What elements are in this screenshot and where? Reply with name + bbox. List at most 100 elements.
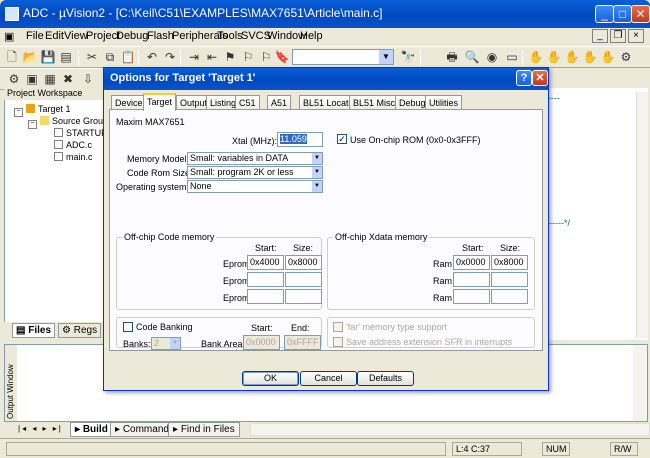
menu-edit[interactable]: Edit [45, 30, 64, 42]
menu-flash[interactable]: Flash [147, 30, 174, 42]
ok-button[interactable]: OK [242, 371, 299, 386]
os-select[interactable]: None ▼ [187, 180, 323, 193]
output-hscrollbar[interactable] [250, 423, 650, 436]
ram-start-3[interactable] [453, 289, 490, 304]
menu-debug[interactable]: Debug [116, 30, 148, 42]
code-banking-checkbox[interactable] [123, 322, 133, 332]
tab-command[interactable]: ▸ Command [110, 422, 174, 437]
tab-files[interactable]: ▤ Files [12, 323, 56, 338]
close-button[interactable]: ✕ [631, 5, 650, 23]
far-memory-checkbox[interactable] [333, 322, 343, 332]
tab-a51[interactable]: A51 [267, 95, 292, 110]
tab-regs[interactable]: ⚙ Regs [58, 323, 102, 338]
copy-icon[interactable]: ⧉ [102, 50, 118, 65]
stop-build-icon[interactable]: ✖ [60, 72, 76, 87]
onchip-rom-label: Use On-chip ROM (0x0-0x3FFF) [350, 135, 481, 145]
onchip-rom-checkbox[interactable]: ✓ [337, 134, 347, 144]
minimize-button[interactable]: _ [595, 5, 614, 23]
find-combo[interactable]: ▼ [292, 49, 394, 65]
target-tab-panel: Maxim MAX7651 Xtal (MHz): 11.059 ✓ Use O… [109, 109, 543, 351]
translate-icon[interactable]: ⚙ [6, 72, 22, 87]
maximize-button[interactable]: □ [613, 5, 632, 23]
memory-model-select[interactable]: Small: variables in DATA ▼ [187, 152, 323, 165]
unindent-icon[interactable]: ⇤ [204, 50, 220, 65]
ram-size-2[interactable] [491, 272, 528, 287]
ram-size-3[interactable] [491, 289, 528, 304]
find-icon[interactable]: 🔭 [400, 50, 416, 65]
dialog-close-button[interactable]: ✕ [532, 70, 548, 86]
help-button[interactable]: ? [516, 70, 532, 86]
cut-icon[interactable]: ✂ [84, 50, 100, 65]
tab-bl51-misc[interactable]: BL51 Misc [349, 95, 400, 110]
ram-size-1[interactable]: 0x8000 [491, 255, 528, 270]
editor-scrollbar[interactable] [636, 92, 648, 338]
prev-bookmark-icon[interactable]: ⚐ [258, 50, 274, 65]
tab-device[interactable]: Device [111, 95, 147, 110]
status-rw: R/W [610, 442, 638, 456]
tab-nav-arrows[interactable]: |◂ ◂ ▸ ▸| [18, 424, 63, 433]
output-scrollbar[interactable] [633, 345, 647, 421]
tree-file-adc[interactable]: ADC.c [54, 140, 92, 150]
doc-restore-button[interactable]: ❐ [610, 29, 626, 43]
load-icon[interactable]: ⇩ [80, 72, 96, 87]
defaults-button[interactable]: Defaults [357, 371, 414, 386]
hand-kill-icon[interactable]: ✋ [600, 50, 616, 65]
tab-utilities[interactable]: Utilities [425, 95, 463, 110]
app-title-bar[interactable]: ADC - µVision2 - [C:\Keil\C51\EXAMPLES\M… [0, 0, 650, 28]
ram-label-1: Ram [433, 259, 453, 269]
ram-start-1[interactable]: 0x0000 [453, 255, 490, 270]
debug-session-icon[interactable]: ◉ [484, 50, 500, 65]
bookmark-icon[interactable]: ⚑ [222, 50, 238, 65]
tab-c51[interactable]: C51 [235, 95, 260, 110]
paste-icon[interactable]: 📋 [120, 50, 136, 65]
eprom-size-2[interactable] [285, 272, 322, 287]
doc-minimize-button[interactable]: _ [592, 29, 608, 43]
open-file-icon[interactable]: 📂 [22, 50, 38, 65]
save-all-icon[interactable]: ▤ [58, 50, 74, 65]
new-file-icon[interactable]: 🗋 [4, 50, 20, 65]
save-icon[interactable]: 💾 [40, 50, 56, 65]
bank-end-input[interactable]: 0xFFFF [284, 335, 321, 350]
redo-icon[interactable]: ↷ [162, 50, 178, 65]
sfr-checkbox[interactable] [333, 337, 343, 347]
hand-breakpoint-icon[interactable]: ✋ [546, 50, 562, 65]
tab-build[interactable]: ▸ Build [70, 422, 113, 437]
banks-select[interactable]: 2 ▼ [151, 337, 181, 350]
undo-icon[interactable]: ↶ [144, 50, 160, 65]
config-icon[interactable]: ⚙ [618, 50, 634, 65]
window-icon[interactable]: ▭ [504, 50, 520, 65]
build-target-icon[interactable]: ▣ [24, 72, 40, 87]
menu-tools[interactable]: Tools [217, 30, 243, 42]
command-icon: ▸ [115, 424, 123, 435]
print-icon[interactable]: 🖶 [444, 50, 460, 65]
menu-help[interactable]: Help [300, 30, 323, 42]
tab-find-in-files[interactable]: ▸ Find in Files [168, 422, 240, 437]
code-rom-select[interactable]: Small: program 2K or less ▼ [187, 166, 323, 179]
find-in-files-icon[interactable]: 🔍 [464, 50, 480, 65]
clear-bookmarks-icon[interactable]: 🔖 [274, 50, 290, 65]
code-start-header: Start: [255, 243, 277, 253]
tree-file-main[interactable]: main.c [54, 152, 93, 162]
ram-start-2[interactable] [453, 272, 490, 287]
eprom-size-3[interactable] [285, 289, 322, 304]
dialog-title-bar[interactable]: Options for Target 'Target 1' ? ✕ [104, 68, 548, 90]
hand-icon[interactable]: ✋ [528, 50, 544, 65]
rebuild-all-icon[interactable]: ▦ [42, 72, 58, 87]
bank-start-input[interactable]: 0x0000 [243, 335, 280, 350]
next-bookmark-icon[interactable]: ⚐ [240, 50, 256, 65]
eprom-size-1[interactable]: 0x8000 [285, 255, 322, 270]
workspace-title: Project Workspace [4, 88, 104, 100]
indent-icon[interactable]: ⇥ [186, 50, 202, 65]
hand-disable-icon[interactable]: ✋ [582, 50, 598, 65]
eprom-start-1[interactable]: 0x4000 [247, 255, 284, 270]
eprom-start-3[interactable] [247, 289, 284, 304]
doc-close-button[interactable]: × [628, 29, 644, 43]
eprom-start-2[interactable] [247, 272, 284, 287]
tab-target[interactable]: Target [143, 93, 177, 111]
cancel-button[interactable]: Cancel [300, 371, 357, 386]
menu-view[interactable]: View [64, 30, 88, 42]
find-icon: ▸ [173, 424, 181, 435]
xtal-input[interactable]: 11.059 [277, 132, 323, 147]
hand-enable-icon[interactable]: ✋ [564, 50, 580, 65]
menu-file[interactable]: File [26, 30, 44, 42]
